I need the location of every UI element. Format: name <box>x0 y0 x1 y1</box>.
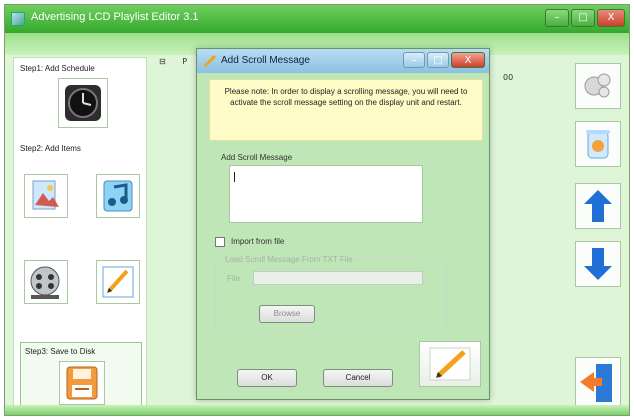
tree-root-text: P <box>182 57 188 66</box>
add-scroll-message-button[interactable] <box>96 260 140 304</box>
film-reel-icon <box>30 266 60 299</box>
window-title: Advertising LCD Playlist Editor 3.1 <box>31 11 199 23</box>
pencil-note-icon <box>102 266 134 298</box>
dialog-maximize-button[interactable]: □ <box>427 52 449 68</box>
step3-label: Step3: Save to Disk <box>25 347 96 356</box>
browse-button[interactable]: Browse <box>259 305 315 323</box>
add-image-button[interactable] <box>24 174 68 218</box>
tree-time-text: 00 <box>503 73 514 82</box>
add-scroll-message-dialog: Add Scroll Message – □ X Please note: In… <box>196 48 490 400</box>
pencil-note-icon <box>429 347 471 381</box>
close-button[interactable]: X <box>597 9 625 27</box>
dialog-close-button[interactable]: X <box>451 52 485 68</box>
add-video-button[interactable] <box>24 260 68 304</box>
step2-label: Step2: Add Items <box>20 144 81 153</box>
exit-door-icon <box>580 364 612 402</box>
dialog-edit-tile[interactable] <box>419 341 481 387</box>
message-group-label: Add Scroll Message <box>221 153 293 162</box>
add-music-button[interactable] <box>96 174 140 218</box>
music-icon <box>103 180 133 212</box>
dialog-titlebar[interactable]: Add Scroll Message – □ X <box>197 49 489 73</box>
import-from-file-checkbox[interactable] <box>215 237 225 247</box>
move-up-button[interactable] <box>575 183 621 229</box>
actions-panel <box>571 57 627 413</box>
gears-icon <box>584 73 611 98</box>
app-icon <box>11 12 25 26</box>
dialog-minimize-button[interactable]: – <box>403 52 425 68</box>
settings-button[interactable] <box>575 63 621 109</box>
minimize-button[interactable]: – <box>545 9 569 27</box>
file-group-label: Load Scroll Message From TXT File <box>223 255 355 264</box>
file-label: File <box>227 274 240 283</box>
recycle-bin-icon <box>586 130 610 159</box>
text-caret <box>234 172 235 182</box>
save-to-disk-button[interactable] <box>59 361 105 405</box>
note-banner: Please note: In order to display a scrol… <box>209 79 483 141</box>
add-schedule-button[interactable] <box>58 78 108 128</box>
dialog-title: Add Scroll Message <box>221 55 310 66</box>
image-icon <box>32 180 59 210</box>
import-from-file-label: Import from file <box>231 237 285 246</box>
footer-band <box>5 405 629 415</box>
arrow-up-icon <box>584 190 612 222</box>
step1-label: Step1: Add Schedule <box>20 64 95 73</box>
arrow-down-icon <box>584 248 612 280</box>
clock-icon <box>65 85 101 121</box>
ok-button[interactable]: OK <box>237 369 297 387</box>
dialog-pencil-icon <box>203 54 217 68</box>
window-titlebar[interactable]: Advertising LCD Playlist Editor 3.1 – □ … <box>5 5 629 33</box>
move-down-button[interactable] <box>575 241 621 287</box>
floppy-disk-icon <box>66 366 98 400</box>
maximize-button[interactable]: □ <box>571 9 595 27</box>
tree-collapse-glyph[interactable]: ⊟ <box>159 57 166 66</box>
cancel-button[interactable]: Cancel <box>323 369 393 387</box>
file-path-input[interactable] <box>253 271 423 285</box>
scroll-message-input[interactable] <box>229 165 423 223</box>
step3-group: Step3: Save to Disk <box>20 342 142 408</box>
exit-button[interactable] <box>575 357 621 409</box>
delete-button[interactable] <box>575 121 621 167</box>
steps-panel: Step1: Add Schedule Step2: Add Items Ste… <box>13 57 147 413</box>
playlist-tree[interactable]: ⊟ P 00 <box>159 57 513 82</box>
